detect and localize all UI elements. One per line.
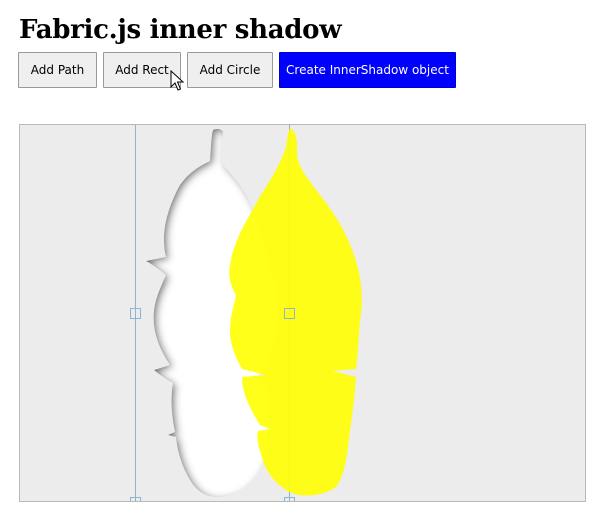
drawing-canvas[interactable] xyxy=(19,124,586,502)
create-innershadow-button[interactable]: Create InnerShadow object xyxy=(279,52,456,88)
add-circle-button[interactable]: Add Circle xyxy=(187,52,273,88)
add-path-button[interactable]: Add Path xyxy=(18,52,97,88)
add-rect-button[interactable]: Add Rect xyxy=(103,52,181,88)
page-title: Fabric.js inner shadow xyxy=(19,15,342,45)
